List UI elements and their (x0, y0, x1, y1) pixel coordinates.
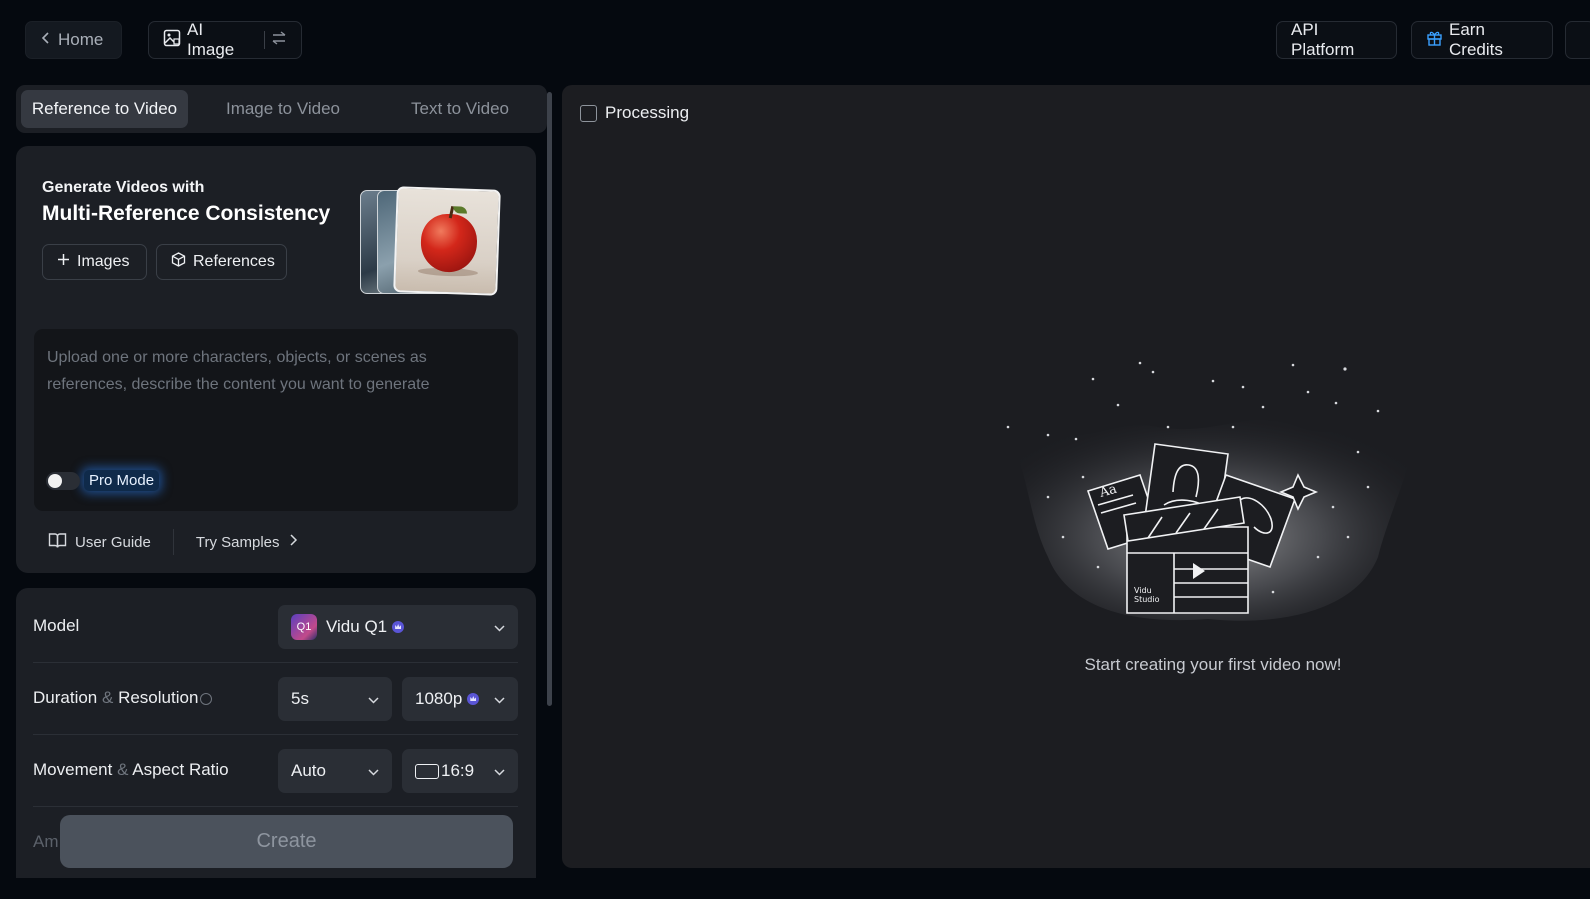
duration-resolution-label: Duration & Resolution (33, 688, 213, 708)
earn-credits-label: Earn Credits (1449, 20, 1503, 59)
home-button[interactable]: Home (25, 21, 122, 59)
results-panel: Processing Aa Vidu Studio Start creating… (562, 85, 1590, 868)
resolution-select[interactable]: 1080p (402, 677, 518, 721)
processing-label: Processing (605, 103, 690, 122)
images-label: Images (77, 253, 130, 270)
aspect-ratio-select[interactable]: 16:9 (402, 749, 518, 793)
chevron-down-icon (493, 692, 506, 712)
user-guide-label: User Guide (75, 533, 151, 551)
resolution-value: 1080p (415, 689, 463, 708)
account-button[interactable] (1565, 21, 1590, 59)
processing-filter[interactable]: Processing (580, 103, 689, 123)
chevron-down-icon (493, 764, 506, 784)
divider (172, 529, 174, 555)
plus-icon (57, 253, 70, 271)
movement-select[interactable]: Auto (278, 749, 392, 793)
ai-image-switch-button[interactable]: AI Image (148, 20, 302, 59)
empty-state-illustration: Aa Vidu Studio (997, 361, 1418, 621)
tab-text-to-video[interactable]: Text to Video (378, 90, 542, 128)
book-icon (48, 532, 67, 553)
divider (33, 734, 518, 735)
home-label: Home (58, 30, 104, 49)
divider (264, 31, 265, 49)
model-value: Vidu Q1 (326, 617, 388, 636)
duration-select[interactable]: 5s (278, 677, 392, 721)
earn-credits-button[interactable]: Earn Credits (1411, 20, 1553, 59)
tab-reference-to-video[interactable]: Reference to Video (21, 90, 188, 128)
aspect-value: 16:9 (441, 761, 475, 780)
aspect-ratio-icon (415, 763, 439, 779)
model-label: Model (33, 616, 80, 635)
pro-mode-row: Pro Mode (46, 470, 160, 491)
chevron-left-icon (40, 30, 52, 50)
movement-value: Auto (291, 761, 326, 780)
amount-label: Am (33, 832, 59, 851)
prompt-placeholder: Upload one or more characters, objects, … (47, 349, 430, 393)
chevron-down-icon (367, 692, 380, 712)
pro-mode-label: Pro Mode (84, 470, 160, 491)
left-panel-scrollbar[interactable] (547, 92, 552, 706)
crown-icon (467, 693, 480, 705)
divider (33, 806, 518, 807)
ai-image-label: AI Image (187, 20, 235, 59)
api-platform-label: API Platform (1291, 20, 1355, 59)
svg-text:Studio: Studio (1134, 595, 1160, 604)
prompt-input[interactable]: Upload one or more characters, objects, … (34, 329, 518, 511)
chevron-down-icon (367, 764, 380, 784)
model-select[interactable]: Q1 Vidu Q1 (278, 605, 518, 649)
movement-aspect-label: Movement & Aspect Ratio (33, 760, 229, 779)
api-platform-button[interactable]: API Platform (1276, 20, 1397, 59)
empty-state-message: Start creating your first video now! (1084, 655, 1342, 674)
mode-tabs: Reference to Video Image to Video Text t… (16, 85, 547, 133)
add-images-button[interactable]: Images (42, 244, 147, 280)
create-button[interactable]: Create (60, 815, 513, 868)
reference-card: Generate Videos with Multi-Reference Con… (16, 146, 536, 573)
svg-text:Vidu: Vidu (1134, 586, 1152, 595)
references-label: References (193, 253, 275, 270)
gift-icon (1426, 29, 1443, 51)
image-icon (163, 29, 181, 52)
vidu-q1-model-icon: Q1 (291, 614, 317, 640)
chevron-down-icon (493, 620, 506, 640)
try-samples-label: Try Samples (195, 533, 280, 551)
cube-icon (171, 252, 186, 272)
tab-image-to-video[interactable]: Image to Video (188, 90, 378, 128)
apple-thumbnail-image (393, 186, 501, 296)
divider (33, 662, 518, 663)
user-guide-link[interactable]: User Guide (48, 532, 151, 553)
swap-icon (271, 30, 287, 50)
hero-title: Multi-Reference Consistency (42, 202, 331, 225)
info-icon[interactable] (200, 692, 213, 705)
chevron-right-icon (288, 533, 298, 551)
references-button[interactable]: References (156, 244, 287, 280)
reference-thumbnails (360, 186, 510, 298)
duration-value: 5s (291, 689, 309, 708)
crown-icon (392, 621, 405, 633)
processing-checkbox[interactable] (580, 104, 597, 122)
help-links: User Guide Try Samples (48, 529, 298, 555)
pro-mode-toggle[interactable] (46, 471, 80, 490)
try-samples-link[interactable]: Try Samples (196, 533, 298, 551)
hero-subtitle: Generate Videos with (42, 179, 205, 196)
